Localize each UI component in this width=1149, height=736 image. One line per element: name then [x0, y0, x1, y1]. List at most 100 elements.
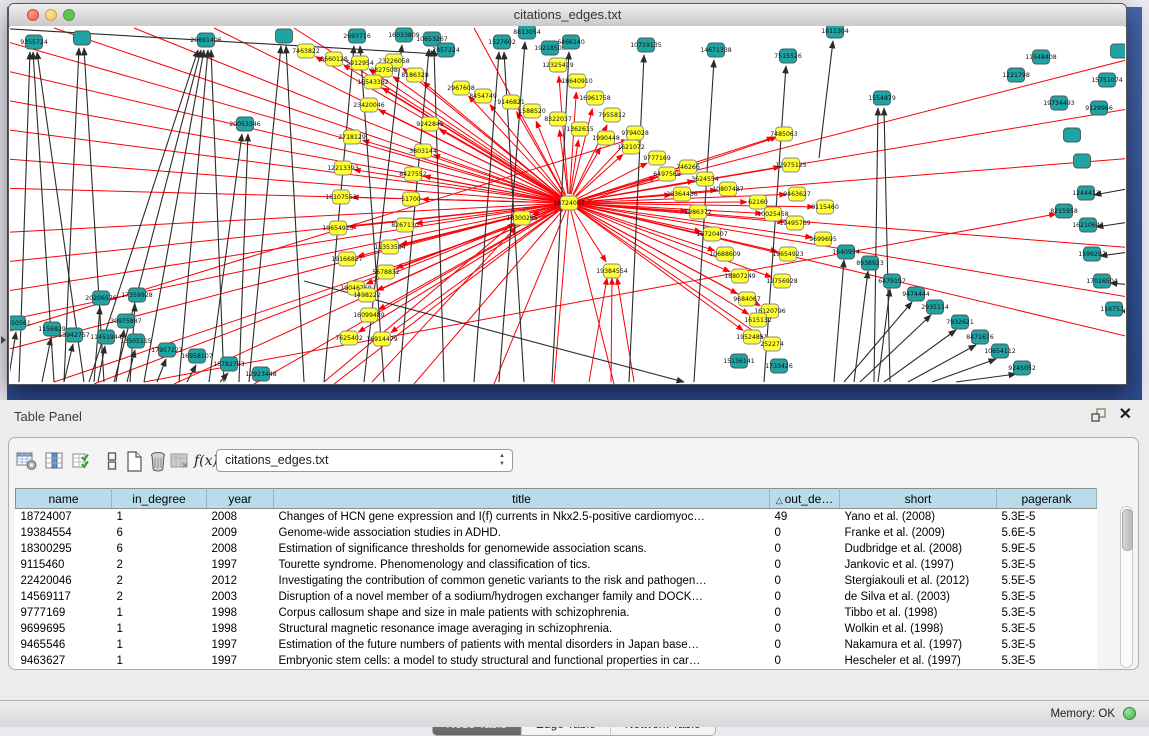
graph-node[interactable]: 1599297 — [1078, 247, 1106, 261]
graph-node[interactable]: 9115460 — [811, 200, 839, 214]
column-header-outde[interactable]: △out_de… — [770, 489, 840, 509]
graph-node[interactable]: 1527602 — [488, 35, 516, 49]
graph-node[interactable]: 17957223 — [151, 343, 183, 357]
graph-node[interactable]: 16961758 — [579, 91, 611, 105]
close-icon[interactable]: ✕ — [1119, 404, 1132, 424]
column-header-title[interactable]: title — [274, 489, 770, 509]
table-row[interactable]: 1872400712008Changes of HCN gene express… — [16, 509, 1097, 526]
graph-node[interactable]: 13505115 — [120, 334, 152, 348]
graph-node[interactable]: 1990448 — [592, 131, 620, 145]
table-row[interactable]: 1830029562008Estimation of significance … — [16, 541, 1097, 557]
graph-node[interactable]: 1362615 — [566, 122, 594, 136]
graph-node[interactable]: 11451944 — [90, 330, 122, 344]
graph-node[interactable]: 8471676 — [966, 330, 994, 344]
graph-node[interactable]: 252274 — [760, 337, 784, 351]
graph-node[interactable]: 17016504 — [1086, 274, 1118, 288]
graph-node[interactable]: 1554879 — [868, 91, 896, 105]
graph-node[interactable]: 8938923 — [856, 256, 884, 270]
graph-node[interactable]: 8322037 — [544, 112, 572, 126]
graph-node[interactable]: 9245052 — [1008, 361, 1036, 375]
graph-node[interactable]: 16958107 — [181, 349, 213, 363]
graph-node[interactable]: 16914479 — [366, 332, 398, 346]
graph-node[interactable]: 9463627 — [783, 187, 811, 201]
graph-node[interactable]: 16210643 — [1072, 218, 1104, 232]
graph-node[interactable]: 2693716 — [343, 29, 371, 43]
graph-node[interactable]: 9242845 — [416, 117, 444, 131]
table-row[interactable]: 946554611997Estimation of the future num… — [16, 637, 1097, 653]
graph-node[interactable]: 15136141 — [723, 354, 755, 368]
graph-node[interactable] — [74, 31, 91, 45]
graph-node[interactable]: 10688609 — [709, 247, 741, 261]
graph-node[interactable]: 1811304 — [821, 26, 849, 38]
graph-node[interactable]: 11548408 — [1025, 50, 1057, 64]
row-selection-mode-icon[interactable] — [69, 448, 95, 474]
graph-node[interactable]: 9129966 — [1085, 101, 1113, 115]
graph-node[interactable]: 1588520 — [518, 104, 546, 118]
table-row[interactable]: 969969511998Structural magnetic resonanc… — [16, 621, 1097, 637]
graph-node[interactable]: 7515526 — [774, 49, 802, 63]
table-row[interactable]: 977716911998Corpus callosum shape and si… — [16, 605, 1097, 621]
graph-node[interactable]: 19384554 — [596, 264, 628, 278]
graph-node[interactable]: 51700 — [401, 192, 421, 206]
graph-node[interactable]: 19495769 — [779, 216, 811, 230]
column-header-year[interactable]: year — [207, 489, 274, 509]
float-window-icon[interactable] — [1091, 408, 1107, 422]
table-row[interactable]: 1456911722003Disruption of a novel membe… — [16, 589, 1097, 605]
table-settings-icon[interactable] — [14, 448, 40, 474]
graph-node[interactable]: 1350561 — [10, 316, 31, 330]
column-header-name[interactable]: name — [16, 489, 112, 509]
graph-node[interactable]: 18640910 — [561, 74, 593, 88]
table-row[interactable]: 911546021997Tourette syndrome. Phenomeno… — [16, 557, 1097, 573]
graph-node[interactable]: 9777169 — [643, 151, 671, 165]
graph-node[interactable] — [276, 29, 293, 43]
graph-node[interactable]: 16033809 — [388, 28, 420, 42]
network-canvas[interactable]: 9355724206914062693716160338091065326778… — [10, 26, 1125, 384]
graph-node[interactable]: 1640954 — [832, 245, 860, 259]
graph-node[interactable]: 10719135 — [630, 38, 662, 52]
graph-node[interactable]: 19734493 — [1043, 96, 1075, 110]
table-vertical-scrollbar[interactable] — [1120, 506, 1133, 668]
graph-node[interactable] — [1111, 44, 1126, 58]
graph-node[interactable]: 7485063 — [770, 127, 798, 141]
graph-node[interactable]: 20053346 — [229, 117, 261, 131]
delete-table-icon-disabled[interactable] — [167, 448, 193, 474]
table-row[interactable]: 2242004622012Investigating the contribut… — [16, 573, 1097, 589]
table-selector-dropdown[interactable]: citations_edges.txt ▲▼ — [216, 449, 513, 472]
graph-node[interactable]: 10807487 — [712, 182, 744, 196]
collapsed-panel-arrow[interactable] — [1, 336, 6, 344]
graph-node[interactable]: 746266 — [676, 160, 700, 174]
graph-node[interactable]: 8813054 — [513, 26, 541, 39]
new-column-icon[interactable] — [121, 448, 147, 474]
graph-node[interactable]: 2935114 — [921, 300, 949, 314]
graph-node[interactable]: 19654923 — [772, 247, 804, 261]
graph-node[interactable]: 17359928 — [121, 288, 153, 302]
table-row[interactable]: 1938455462009Genome-wide association stu… — [16, 525, 1097, 541]
graph-node[interactable]: 1244413 — [1072, 186, 1100, 200]
graph-node[interactable]: 20691406 — [190, 33, 222, 47]
graph-node[interactable]: 6479197 — [878, 274, 906, 288]
column-header-pagerank[interactable]: pagerank — [997, 489, 1097, 509]
graph-node[interactable]: 12213393 — [327, 161, 359, 175]
graph-node[interactable]: 15751074 — [1091, 73, 1123, 87]
graph-node[interactable]: 8215958 — [1050, 204, 1078, 218]
graph-node[interactable]: 9794028 — [621, 126, 649, 140]
graph-node[interactable] — [1074, 154, 1091, 168]
column-header-indegree[interactable]: in_degree — [112, 489, 207, 509]
graph-node[interactable] — [1064, 128, 1081, 142]
graph-node[interactable]: 16107553 — [325, 190, 357, 204]
column-header-short[interactable]: short — [840, 489, 997, 509]
graph-node[interactable]: 7955812 — [598, 108, 626, 122]
graph-node[interactable]: 9474444 — [902, 287, 930, 301]
graph-node[interactable]: 1733426 — [765, 359, 793, 373]
graph-node[interactable]: 7986372 — [684, 205, 712, 219]
network-window-titlebar[interactable]: citations_edges.txt — [9, 4, 1126, 27]
column-visibility-icon[interactable] — [42, 448, 68, 474]
graph-node[interactable]: 1221798 — [1002, 68, 1030, 82]
graph-node[interactable]: 3624554 — [691, 172, 719, 186]
graph-node[interactable]: 62160 — [748, 195, 768, 209]
graph-node[interactable]: 14671338 — [700, 43, 732, 57]
graph-node[interactable]: 8660128 — [320, 52, 348, 66]
scrollbar-thumb[interactable] — [1122, 509, 1133, 551]
network-window[interactable]: citations_edges.txt 93557242069140626937… — [8, 3, 1127, 385]
citation-network-graph[interactable]: 9355724206914062693716160338091065326778… — [10, 26, 1125, 384]
